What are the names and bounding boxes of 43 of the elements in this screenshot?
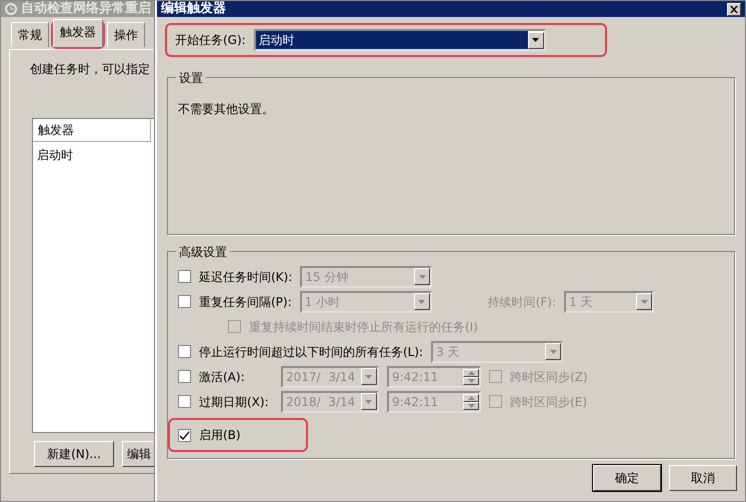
clock-icon <box>5 3 17 15</box>
caret-icon <box>365 400 372 404</box>
button[interactable]: 编辑 <box>122 441 155 467</box>
caret-icon <box>550 350 557 354</box>
tab[interactable]: 触发器 <box>53 19 103 47</box>
dropdown-button[interactable] <box>528 32 544 48</box>
checkbox-label: 停止运行时间超过以下时间的所有任务(L): <box>199 344 424 360</box>
close-icon <box>730 6 738 12</box>
checkbox[interactable] <box>178 370 191 383</box>
table-cell[interactable]: 启动时 <box>33 142 155 168</box>
checkbox-label: 启用(B) <box>199 427 241 444</box>
checkbox[interactable] <box>178 395 191 408</box>
tab[interactable]: 常规 <box>11 22 49 47</box>
checkmark-icon <box>179 430 190 440</box>
field-label: 持续时间(F): <box>488 294 556 310</box>
dropdown-field[interactable]: 启动时 <box>254 29 546 51</box>
checkbox-label: 延迟任务时间(K): <box>199 268 292 286</box>
tab[interactable]: 操作 <box>107 22 145 47</box>
caret-icon <box>640 300 648 304</box>
close-button[interactable] <box>727 2 741 16</box>
checkbox-label: 跨时区同步(Z) <box>510 368 588 386</box>
dialog-title: 编辑触发器 <box>161 1 226 17</box>
checkbox[interactable] <box>178 428 191 442</box>
description-text: 创建任务时，可以指定 <box>30 61 151 78</box>
caret-icon <box>365 374 372 378</box>
checkbox-label: 过期日期(X): <box>199 394 269 410</box>
caret-icon <box>418 300 426 304</box>
window-title: 自动检查网络异常重启 <box>21 1 151 17</box>
checkbox[interactable] <box>178 270 191 283</box>
button[interactable]: 确定 <box>593 465 661 491</box>
caret-icon <box>418 274 426 278</box>
checkbox-label: 重复任务间隔(P): <box>199 294 292 310</box>
checkbox-label: 重复持续时间结束时停止所有运行的任务(I) <box>249 318 478 336</box>
button[interactable]: 取消 <box>669 465 737 491</box>
checkbox-label: 跨时区同步(E) <box>510 394 588 410</box>
field-label: 开始任务(G): <box>175 32 246 49</box>
column-header[interactable]: 触发器 <box>33 119 151 142</box>
settings-text: 不需要其他设置。 <box>178 101 275 118</box>
checkbox-label: 激活(A): <box>199 368 245 386</box>
button[interactable]: 新建(N)... <box>34 441 114 467</box>
checkbox[interactable] <box>178 345 191 358</box>
caret-icon <box>532 38 540 42</box>
checkbox[interactable] <box>178 295 191 308</box>
